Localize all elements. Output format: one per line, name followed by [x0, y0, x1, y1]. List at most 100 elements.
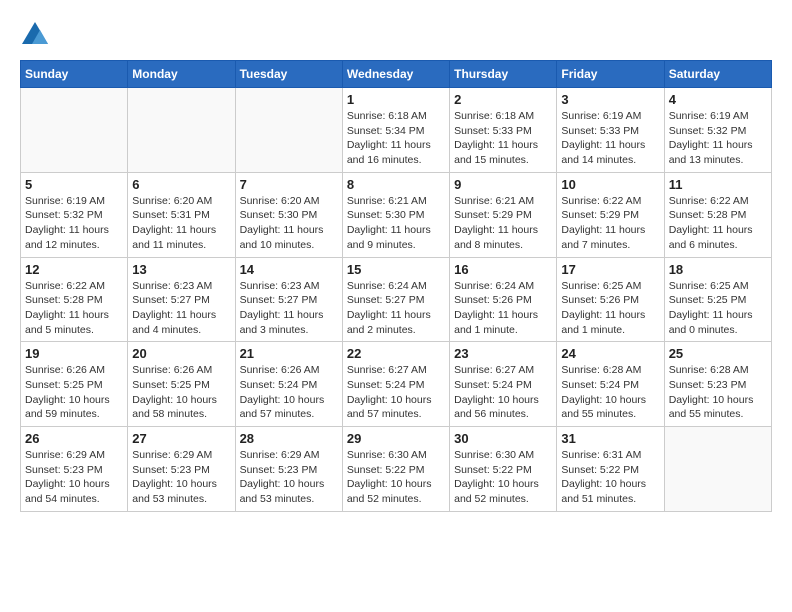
- day-info: Sunrise: 6:31 AM Sunset: 5:22 PM Dayligh…: [561, 448, 659, 507]
- day-info: Sunrise: 6:26 AM Sunset: 5:25 PM Dayligh…: [25, 363, 123, 422]
- day-info: Sunrise: 6:25 AM Sunset: 5:25 PM Dayligh…: [669, 279, 767, 338]
- day-info: Sunrise: 6:21 AM Sunset: 5:29 PM Dayligh…: [454, 194, 552, 253]
- day-number: 6: [132, 177, 230, 192]
- logo-icon: [20, 20, 50, 50]
- day-number: 25: [669, 346, 767, 361]
- day-info: Sunrise: 6:24 AM Sunset: 5:27 PM Dayligh…: [347, 279, 445, 338]
- weekday-header: Friday: [557, 61, 664, 88]
- day-number: 24: [561, 346, 659, 361]
- day-info: Sunrise: 6:19 AM Sunset: 5:32 PM Dayligh…: [669, 109, 767, 168]
- day-info: Sunrise: 6:28 AM Sunset: 5:24 PM Dayligh…: [561, 363, 659, 422]
- calendar-day-cell: 2 Sunrise: 6:18 AM Sunset: 5:33 PM Daylig…: [450, 88, 557, 173]
- calendar-day-cell: 6 Sunrise: 6:20 AM Sunset: 5:31 PM Daylig…: [128, 172, 235, 257]
- day-number: 27: [132, 431, 230, 446]
- day-info: Sunrise: 6:29 AM Sunset: 5:23 PM Dayligh…: [240, 448, 338, 507]
- calendar-day-cell: 8 Sunrise: 6:21 AM Sunset: 5:30 PM Daylig…: [342, 172, 449, 257]
- calendar-day-cell: 18 Sunrise: 6:25 AM Sunset: 5:25 PM Dayli…: [664, 257, 771, 342]
- day-number: 21: [240, 346, 338, 361]
- weekday-header: Tuesday: [235, 61, 342, 88]
- day-info: Sunrise: 6:26 AM Sunset: 5:24 PM Dayligh…: [240, 363, 338, 422]
- day-number: 2: [454, 92, 552, 107]
- day-info: Sunrise: 6:30 AM Sunset: 5:22 PM Dayligh…: [347, 448, 445, 507]
- weekday-header: Wednesday: [342, 61, 449, 88]
- day-number: 8: [347, 177, 445, 192]
- day-info: Sunrise: 6:22 AM Sunset: 5:28 PM Dayligh…: [669, 194, 767, 253]
- logo: [20, 20, 54, 50]
- day-number: 1: [347, 92, 445, 107]
- weekday-header: Monday: [128, 61, 235, 88]
- day-number: 15: [347, 262, 445, 277]
- day-number: 17: [561, 262, 659, 277]
- day-info: Sunrise: 6:21 AM Sunset: 5:30 PM Dayligh…: [347, 194, 445, 253]
- day-number: 5: [25, 177, 123, 192]
- calendar-day-cell: [664, 427, 771, 512]
- calendar-day-cell: [21, 88, 128, 173]
- calendar-day-cell: 24 Sunrise: 6:28 AM Sunset: 5:24 PM Dayli…: [557, 342, 664, 427]
- calendar-day-cell: 30Sunrise: 6:30 AM Sunset: 5:22 PM Dayli…: [450, 427, 557, 512]
- day-info: Sunrise: 6:27 AM Sunset: 5:24 PM Dayligh…: [347, 363, 445, 422]
- calendar-day-cell: 5Sunrise: 6:19 AM Sunset: 5:32 PM Daylig…: [21, 172, 128, 257]
- day-number: 3: [561, 92, 659, 107]
- day-number: 11: [669, 177, 767, 192]
- calendar-day-cell: 11 Sunrise: 6:22 AM Sunset: 5:28 PM Dayli…: [664, 172, 771, 257]
- weekday-header: Sunday: [21, 61, 128, 88]
- day-info: Sunrise: 6:24 AM Sunset: 5:26 PM Dayligh…: [454, 279, 552, 338]
- day-info: Sunrise: 6:18 AM Sunset: 5:34 PM Dayligh…: [347, 109, 445, 168]
- day-number: 9: [454, 177, 552, 192]
- calendar-day-cell: 25 Sunrise: 6:28 AM Sunset: 5:23 PM Dayli…: [664, 342, 771, 427]
- day-info: Sunrise: 6:19 AM Sunset: 5:33 PM Dayligh…: [561, 109, 659, 168]
- calendar-day-cell: 17 Sunrise: 6:25 AM Sunset: 5:26 PM Dayli…: [557, 257, 664, 342]
- calendar-day-cell: 13 Sunrise: 6:23 AM Sunset: 5:27 PM Dayli…: [128, 257, 235, 342]
- calendar-day-cell: 31Sunrise: 6:31 AM Sunset: 5:22 PM Dayli…: [557, 427, 664, 512]
- calendar-day-cell: 26 Sunrise: 6:29 AM Sunset: 5:23 PM Dayli…: [21, 427, 128, 512]
- calendar-day-cell: 10Sunrise: 6:22 AM Sunset: 5:29 PM Dayli…: [557, 172, 664, 257]
- weekday-header: Thursday: [450, 61, 557, 88]
- day-number: 7: [240, 177, 338, 192]
- day-number: 4: [669, 92, 767, 107]
- day-info: Sunrise: 6:20 AM Sunset: 5:31 PM Dayligh…: [132, 194, 230, 253]
- day-info: Sunrise: 6:22 AM Sunset: 5:29 PM Dayligh…: [561, 194, 659, 253]
- day-number: 18: [669, 262, 767, 277]
- calendar-day-cell: 27 Sunrise: 6:29 AM Sunset: 5:23 PM Dayli…: [128, 427, 235, 512]
- day-number: 13: [132, 262, 230, 277]
- weekday-header: Saturday: [664, 61, 771, 88]
- day-number: 26: [25, 431, 123, 446]
- day-number: 22: [347, 346, 445, 361]
- day-info: Sunrise: 6:29 AM Sunset: 5:23 PM Dayligh…: [25, 448, 123, 507]
- calendar-day-cell: 23Sunrise: 6:27 AM Sunset: 5:24 PM Dayli…: [450, 342, 557, 427]
- calendar-day-cell: 20 Sunrise: 6:26 AM Sunset: 5:25 PM Dayli…: [128, 342, 235, 427]
- calendar-day-cell: 29 Sunrise: 6:30 AM Sunset: 5:22 PM Dayli…: [342, 427, 449, 512]
- day-number: 29: [347, 431, 445, 446]
- calendar-day-cell: 15 Sunrise: 6:24 AM Sunset: 5:27 PM Dayli…: [342, 257, 449, 342]
- calendar-day-cell: 21 Sunrise: 6:26 AM Sunset: 5:24 PM Dayli…: [235, 342, 342, 427]
- day-number: 19: [25, 346, 123, 361]
- day-info: Sunrise: 6:23 AM Sunset: 5:27 PM Dayligh…: [132, 279, 230, 338]
- calendar-day-cell: 16 Sunrise: 6:24 AM Sunset: 5:26 PM Dayli…: [450, 257, 557, 342]
- day-number: 14: [240, 262, 338, 277]
- day-info: Sunrise: 6:28 AM Sunset: 5:23 PM Dayligh…: [669, 363, 767, 422]
- calendar-week-row: 5Sunrise: 6:19 AM Sunset: 5:32 PM Daylig…: [21, 172, 772, 257]
- calendar-day-cell: 14 Sunrise: 6:23 AM Sunset: 5:27 PM Dayli…: [235, 257, 342, 342]
- day-info: Sunrise: 6:26 AM Sunset: 5:25 PM Dayligh…: [132, 363, 230, 422]
- day-info: Sunrise: 6:23 AM Sunset: 5:27 PM Dayligh…: [240, 279, 338, 338]
- day-number: 12: [25, 262, 123, 277]
- calendar-day-cell: 28Sunrise: 6:29 AM Sunset: 5:23 PM Dayli…: [235, 427, 342, 512]
- calendar-day-cell: 1 Sunrise: 6:18 AM Sunset: 5:34 PM Daylig…: [342, 88, 449, 173]
- day-info: Sunrise: 6:18 AM Sunset: 5:33 PM Dayligh…: [454, 109, 552, 168]
- calendar-week-row: 1 Sunrise: 6:18 AM Sunset: 5:34 PM Daylig…: [21, 88, 772, 173]
- day-info: Sunrise: 6:30 AM Sunset: 5:22 PM Dayligh…: [454, 448, 552, 507]
- calendar-day-cell: 3 Sunrise: 6:19 AM Sunset: 5:33 PM Daylig…: [557, 88, 664, 173]
- day-number: 23: [454, 346, 552, 361]
- calendar-day-cell: 19 Sunrise: 6:26 AM Sunset: 5:25 PM Dayli…: [21, 342, 128, 427]
- page-header: [20, 20, 772, 50]
- calendar-day-cell: 4 Sunrise: 6:19 AM Sunset: 5:32 PM Daylig…: [664, 88, 771, 173]
- day-number: 16: [454, 262, 552, 277]
- calendar-week-row: 12 Sunrise: 6:22 AM Sunset: 5:28 PM Dayli…: [21, 257, 772, 342]
- day-number: 20: [132, 346, 230, 361]
- day-info: Sunrise: 6:25 AM Sunset: 5:26 PM Dayligh…: [561, 279, 659, 338]
- day-info: Sunrise: 6:20 AM Sunset: 5:30 PM Dayligh…: [240, 194, 338, 253]
- calendar-day-cell: [128, 88, 235, 173]
- day-info: Sunrise: 6:29 AM Sunset: 5:23 PM Dayligh…: [132, 448, 230, 507]
- day-info: Sunrise: 6:22 AM Sunset: 5:28 PM Dayligh…: [25, 279, 123, 338]
- calendar-day-cell: [235, 88, 342, 173]
